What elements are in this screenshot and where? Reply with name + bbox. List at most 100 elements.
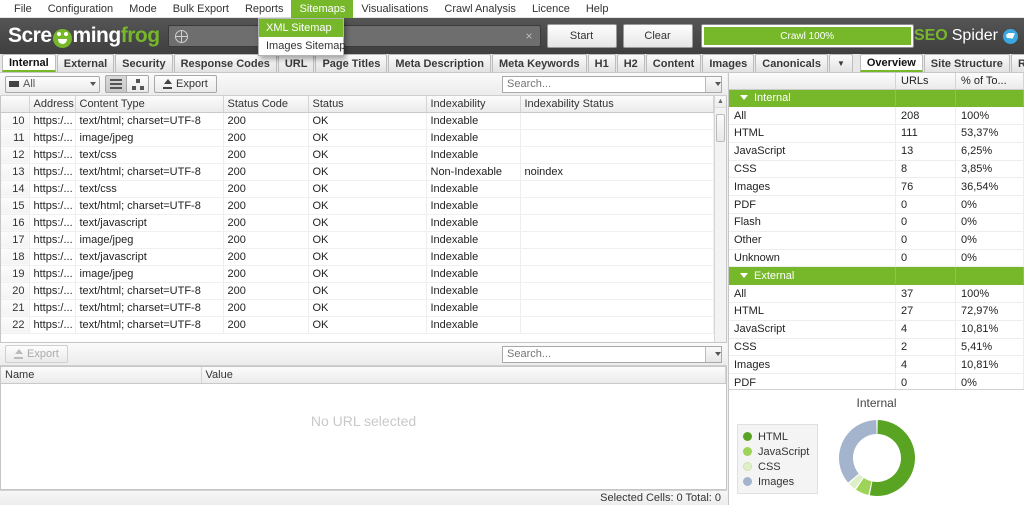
overview-row-percent[interactable]: 10,81% (955, 320, 1024, 339)
sidebar-tab-response-times[interactable]: Response Times (1010, 54, 1024, 72)
cell[interactable]: OK (308, 197, 427, 215)
overview-row[interactable]: JavaScript 4 10,81% (729, 320, 1024, 339)
cell[interactable]: 200 (223, 129, 309, 147)
cell[interactable]: 200 (223, 180, 309, 198)
overview-row-urls[interactable]: 0 (895, 231, 956, 250)
cell[interactable] (520, 146, 714, 164)
overview-row[interactable]: Images 76 36,54% (729, 177, 1024, 197)
overview-row[interactable]: Other 0 0% (729, 231, 1024, 250)
overview-row-urls[interactable] (895, 89, 956, 108)
cell[interactable]: image/jpeg (75, 231, 224, 249)
overview-row-percent[interactable]: 0% (955, 195, 1024, 215)
overview-row-urls[interactable]: 27 (895, 302, 956, 321)
tab-url[interactable]: URL (277, 54, 315, 72)
cell[interactable]: https:/... (29, 112, 76, 130)
overview-row[interactable]: All 37 100% (729, 284, 1024, 304)
overview-row-percent[interactable]: 53,37% (955, 124, 1024, 143)
overview-row-percent[interactable]: 100% (955, 106, 1024, 126)
overview-group-row[interactable]: Internal (729, 89, 1024, 108)
cell[interactable]: 200 (223, 112, 309, 130)
detail-search-input[interactable] (503, 347, 705, 361)
cell[interactable]: OK (308, 231, 427, 249)
overview-row-urls[interactable]: 2 (895, 338, 956, 357)
detail-column-header-value[interactable]: Value (201, 367, 726, 384)
cell[interactable]: text/javascript (75, 248, 224, 266)
tab-canonicals[interactable]: Canonicals (755, 54, 828, 72)
cell[interactable]: https:/... (29, 129, 76, 147)
cell[interactable]: 15 (1, 197, 30, 215)
url-input[interactable] (187, 29, 523, 43)
cell[interactable]: Indexable (426, 112, 521, 130)
overview-row-percent[interactable]: 5,41% (955, 338, 1024, 357)
detail-column-header-name[interactable]: Name (1, 367, 202, 384)
cell[interactable]: Indexable (426, 180, 521, 198)
detail-export-button[interactable]: Export (5, 345, 68, 363)
cell[interactable]: 200 (223, 214, 309, 232)
cell[interactable]: 13 (1, 163, 30, 181)
cell[interactable]: https:/... (29, 282, 76, 300)
sidebar-tab-site-structure[interactable]: Site Structure (923, 54, 1010, 72)
cell[interactable]: https:/... (29, 265, 76, 283)
column-header-address[interactable]: Address (29, 96, 76, 113)
overview-row-label[interactable]: All (729, 284, 896, 304)
sitemaps-dropdown-menu[interactable]: XML Sitemap Images Sitemap (258, 18, 345, 56)
scroll-up-arrow[interactable]: ▲ (715, 96, 726, 108)
cell[interactable]: Indexable (426, 197, 521, 215)
tab-security[interactable]: Security (115, 54, 173, 72)
cell[interactable]: OK (308, 180, 427, 198)
cell[interactable]: OK (308, 129, 427, 147)
overview-row-percent[interactable]: 0% (955, 213, 1024, 232)
cell[interactable]: OK (308, 282, 427, 300)
column-header-indexability-status[interactable]: Indexability Status (520, 96, 714, 113)
table-row[interactable]: 17 https:/... image/jpeg 200 OK Indexable (1, 231, 714, 249)
cell[interactable]: 19 (1, 265, 30, 283)
overview-row-urls[interactable]: 37 (895, 284, 956, 304)
cell[interactable]: https:/... (29, 180, 76, 198)
cell[interactable]: https:/... (29, 248, 76, 266)
dropdown-item-xml-sitemap[interactable]: XML Sitemap (259, 19, 343, 37)
cell[interactable]: OK (308, 248, 427, 266)
cell[interactable] (520, 316, 714, 334)
tab-h2[interactable]: H2 (616, 54, 645, 72)
overview-row-percent[interactable]: 72,97% (955, 302, 1024, 321)
twitter-icon[interactable] (1003, 28, 1018, 44)
overview-row-label[interactable]: HTML (729, 302, 896, 321)
menu-item-configuration[interactable]: Configuration (40, 0, 121, 18)
overview-row[interactable]: All 208 100% (729, 106, 1024, 126)
overview-row-urls[interactable]: 0 (895, 213, 956, 232)
overview-row[interactable]: CSS 2 5,41% (729, 338, 1024, 357)
cell[interactable] (520, 214, 714, 232)
detail-search-dropdown-button[interactable] (705, 346, 721, 362)
overview-row-label[interactable]: All (729, 106, 896, 126)
cell[interactable] (520, 265, 714, 283)
overview-row-percent[interactable]: 3,85% (955, 160, 1024, 179)
column-header-row-number[interactable] (1, 96, 30, 113)
overview-row-percent[interactable] (955, 89, 1024, 108)
clear-url-icon[interactable]: × (523, 29, 536, 43)
cell[interactable]: https:/... (29, 146, 76, 164)
search-input[interactable] (503, 77, 705, 91)
overview-group-row[interactable]: External (729, 266, 1024, 286)
tab-external[interactable]: External (56, 54, 115, 72)
start-button[interactable]: Start (546, 24, 617, 48)
chevron-down-icon[interactable] (740, 272, 748, 278)
tab-page-titles[interactable]: Page Titles (315, 54, 388, 72)
overview-row-urls[interactable]: 8 (895, 160, 956, 179)
tab-meta-keywords[interactable]: Meta Keywords (491, 54, 587, 72)
tab-h1[interactable]: H1 (587, 54, 616, 72)
table-row[interactable]: 10 https:/... text/html; charset=UTF-8 200 O… (1, 112, 714, 130)
menu-item-mode[interactable]: Mode (121, 0, 165, 18)
search-dropdown-button[interactable] (705, 76, 721, 92)
main-tabs-overflow-button[interactable]: ▼ (828, 54, 853, 72)
overview-column-header-percent[interactable]: % of To... (955, 73, 1024, 90)
overview-row-label[interactable]: Unknown (729, 249, 896, 268)
export-button[interactable]: Export (154, 75, 217, 93)
legend-item[interactable]: CSS (743, 459, 809, 474)
cell[interactable]: text/html; charset=UTF-8 (75, 197, 224, 215)
overview-row-percent[interactable]: 0% (955, 231, 1024, 250)
cell[interactable]: text/html; charset=UTF-8 (75, 299, 224, 317)
cell[interactable]: 200 (223, 316, 309, 334)
legend-item[interactable]: Images (743, 474, 809, 489)
overview-row-label[interactable]: Internal (729, 89, 896, 108)
overview-row-percent[interactable]: 6,25% (955, 142, 1024, 161)
